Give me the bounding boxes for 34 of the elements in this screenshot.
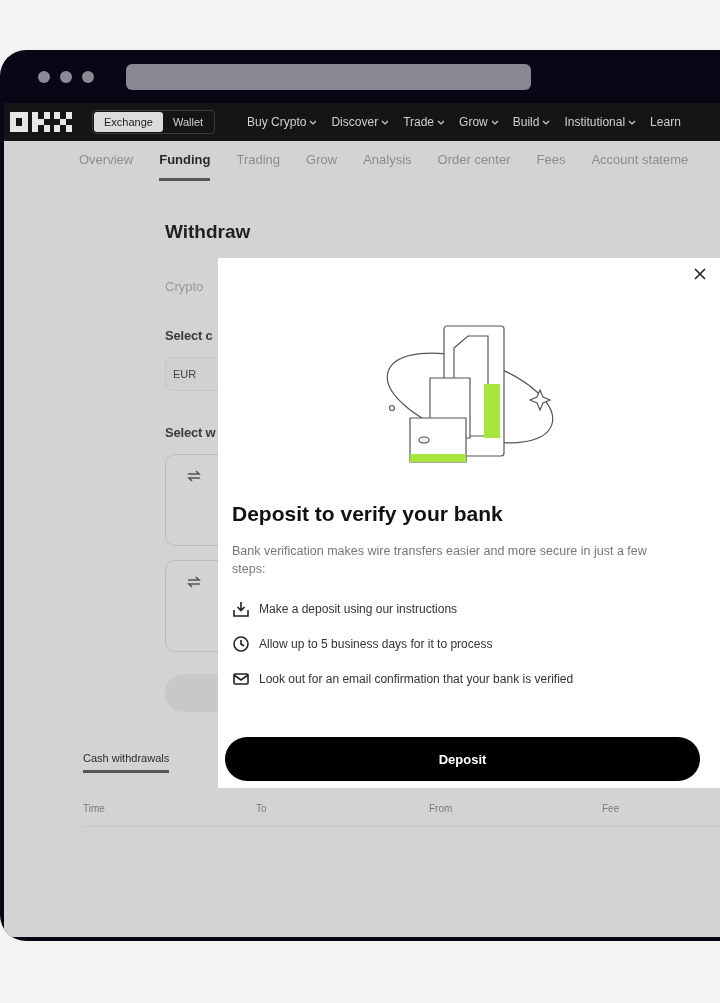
mode-toggle-option[interactable]: Wallet xyxy=(162,112,214,132)
swap-icon xyxy=(186,469,202,483)
column-header: Time xyxy=(83,803,106,814)
nav-menu-item[interactable]: Trade xyxy=(403,115,446,129)
nav-menu-item[interactable]: Institutional xyxy=(564,115,637,129)
dialog-title: Deposit to verify your bank xyxy=(232,502,504,526)
download-icon xyxy=(232,600,250,618)
step-text: Make a deposit using our instructions xyxy=(259,602,458,616)
section-label: Select w xyxy=(165,425,217,440)
window-dot xyxy=(82,70,94,83)
nav-menu-item[interactable]: Buy Crypto xyxy=(247,115,318,129)
window-dot xyxy=(60,70,72,83)
step-text: Look out for an email confirmation that your bank is verified xyxy=(259,672,574,686)
nav-menu-item[interactable]: Build xyxy=(512,115,551,129)
column-header: To xyxy=(256,803,268,814)
dialog-description: Bank verification makes wire transfers easier and more secure in just a few steps: xyxy=(232,543,648,578)
mail-icon xyxy=(232,670,250,688)
swap-icon xyxy=(186,575,202,589)
nav-menu-item[interactable]: Learn xyxy=(650,115,681,129)
history-tab[interactable]: Cash withdrawals xyxy=(83,752,170,773)
column-header: From xyxy=(429,803,454,814)
mode-toggle-option[interactable]: Exchange xyxy=(94,112,163,132)
clock-icon xyxy=(232,635,250,653)
section-label: Select c xyxy=(165,328,214,343)
close-icon xyxy=(694,268,706,280)
address-bar[interactable] xyxy=(126,63,531,90)
nav-menu-item[interactable]: Grow xyxy=(459,115,499,129)
column-header: Fee xyxy=(602,803,621,814)
page-title: Withdraw xyxy=(165,221,252,243)
step-text: Allow up to 5 business days for it to process xyxy=(259,637,493,651)
window-dot xyxy=(38,70,50,83)
nav-menu-item[interactable]: Discover xyxy=(331,115,390,129)
deposit-button[interactable]: Deposit xyxy=(225,737,700,781)
sub-nav-tab[interactable]: Funding xyxy=(159,141,211,181)
